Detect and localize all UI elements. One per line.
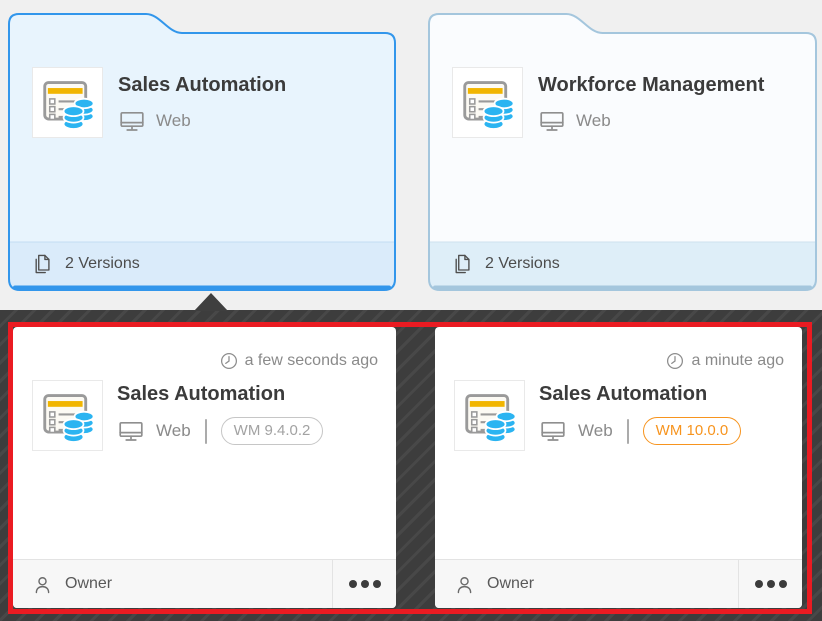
timestamp: a minute ago — [691, 351, 784, 371]
ellipsis-menu-button[interactable] — [738, 560, 802, 608]
ellipsis-icon — [373, 580, 381, 588]
pages-icon — [32, 253, 52, 275]
ellipsis-icon — [755, 580, 763, 588]
versions-count: 2 Versions — [485, 255, 560, 273]
owner-label: Owner — [487, 575, 534, 593]
owner-section: Owner — [435, 560, 738, 608]
owner-section: Owner — [13, 560, 332, 608]
clock-icon — [666, 352, 684, 370]
version-card[interactable]: a few seconds ago Sales Automation Web W… — [13, 327, 396, 608]
clock-icon — [220, 352, 238, 370]
monitor-icon — [118, 109, 146, 133]
separator — [205, 419, 207, 444]
owner-label: Owner — [65, 575, 112, 593]
person-icon — [454, 574, 475, 595]
version-card-footer: Owner — [13, 559, 396, 608]
version-badge: WM 9.4.0.2 — [221, 417, 324, 445]
folder-card-sales-automation[interactable]: Sales Automation Web 2 Versions — [8, 13, 396, 291]
app-icon — [454, 380, 525, 451]
folder-card-workforce-management[interactable]: Workforce Management Web 2 Versions — [428, 13, 817, 291]
ellipsis-menu-button[interactable] — [332, 560, 396, 608]
app-icon — [32, 67, 103, 138]
ellipsis-icon — [779, 580, 787, 588]
app-versions-screen: Sales Automation Web 2 Versions — [0, 0, 822, 621]
platform-label: Web — [578, 421, 613, 441]
app-icon — [32, 380, 103, 451]
versions-count: 2 Versions — [65, 255, 140, 273]
platform-label: Web — [156, 421, 191, 441]
version-card-title: Sales Automation — [117, 382, 323, 406]
version-card-footer: Owner — [435, 559, 802, 608]
folder-footer: 2 Versions — [11, 242, 393, 286]
ellipsis-icon — [361, 580, 369, 588]
separator — [627, 419, 629, 444]
monitor-icon — [539, 419, 567, 443]
version-badge: WM 10.0.0 — [643, 417, 742, 445]
timestamp: a few seconds ago — [245, 351, 378, 371]
app-icon — [452, 67, 523, 138]
versions-highlight-box: a few seconds ago Sales Automation Web W… — [8, 322, 812, 614]
pages-icon — [452, 253, 472, 275]
ellipsis-icon — [767, 580, 775, 588]
folder-footer: 2 Versions — [431, 242, 814, 286]
version-card-title: Sales Automation — [539, 382, 741, 406]
ellipsis-icon — [349, 580, 357, 588]
version-card[interactable]: a minute ago Sales Automation Web WM 10.… — [435, 327, 802, 608]
monitor-icon — [117, 419, 145, 443]
platform-label: Web — [156, 111, 191, 131]
person-icon — [32, 574, 53, 595]
folder-title: Sales Automation — [118, 73, 286, 97]
pointer-triangle-icon — [194, 293, 228, 311]
folder-title: Workforce Management — [538, 73, 764, 97]
monitor-icon — [538, 109, 566, 133]
platform-label: Web — [576, 111, 611, 131]
